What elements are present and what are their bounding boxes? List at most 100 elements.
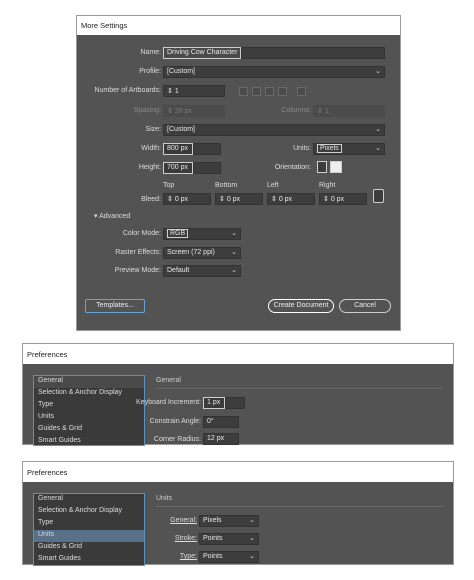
bleed-bottom-value: 0 px: [226, 196, 241, 203]
artboards-field[interactable]: ⇕ 1: [163, 85, 225, 97]
chevron-down-icon: ⌄: [231, 230, 237, 237]
stroke-units-label-text: Stroke:: [174, 535, 197, 542]
stepper-icon: ⇕: [219, 196, 227, 203]
stroke-units-label: Stroke:: [153, 535, 197, 542]
units-label: Units:: [293, 145, 311, 152]
sidebar-item-smart-guides[interactable]: Smart Guides: [34, 436, 144, 448]
height-label: Height:: [138, 164, 161, 171]
stepper-icon: ⇕: [167, 88, 175, 95]
bleed-right-field[interactable]: ⇕ 0 px: [319, 193, 367, 205]
raster-effects-label: Raster Effects:: [115, 249, 161, 256]
sidebar-item-smart-guides[interactable]: Smart Guides: [34, 554, 144, 566]
name-field-extension: [241, 47, 385, 59]
constrain-angle-label: Constrain Angle:: [149, 418, 201, 425]
landscape-icon[interactable]: [330, 161, 342, 173]
portrait-icon[interactable]: [317, 161, 327, 173]
width-label: Width:: [141, 145, 161, 152]
stepper-icon: ⇕: [167, 196, 175, 203]
sidebar-item-type[interactable]: Type: [34, 518, 144, 530]
bleed-label: Bleed:: [141, 196, 161, 203]
bleed-left-field[interactable]: ⇕ 0 px: [267, 193, 315, 205]
grid-by-row-icon[interactable]: [239, 87, 248, 96]
units-value: Pixels: [317, 144, 342, 153]
raster-effects-dropdown[interactable]: Screen (72 ppi) ⌄: [163, 247, 241, 259]
chevron-down-icon: ⌄: [249, 553, 255, 560]
dialog-title: More Settings: [77, 16, 400, 35]
bleed-right-label: Right: [319, 182, 336, 189]
general-units-label: General:: [153, 517, 197, 524]
width-field[interactable]: 800 px: [163, 143, 193, 155]
units-dropdown[interactable]: Pixels ⌄: [313, 143, 385, 155]
type-units-label: Type:: [153, 553, 197, 560]
sidebar-item-selection-anchor[interactable]: Selection & Anchor Display: [34, 506, 144, 518]
profile-value: [Custom]: [167, 68, 196, 75]
sidebar-item-general[interactable]: General: [34, 376, 144, 388]
profile-dropdown[interactable]: [Custom] ⌄: [163, 66, 385, 78]
raster-effects-value: Screen (72 ppi): [167, 249, 215, 256]
type-units-value: Points: [203, 553, 223, 560]
bleed-top-field[interactable]: ⇕ 0 px: [163, 193, 211, 205]
type-units-label-text: Type:: [179, 553, 197, 560]
link-icon[interactable]: [373, 189, 384, 203]
chevron-down-icon: ⌄: [375, 68, 381, 75]
dialog-title: Preferences: [23, 344, 453, 364]
stroke-units-value: Points: [203, 535, 223, 542]
chevron-down-icon: ⌄: [249, 517, 255, 524]
arrange-by-row-icon[interactable]: [265, 87, 274, 96]
section-divider: [156, 388, 443, 389]
right-to-left-icon[interactable]: [297, 87, 306, 96]
stepper-icon: ⇕: [167, 108, 175, 115]
height-field-extension: [193, 162, 221, 174]
general-units-dropdown[interactable]: Pixels ⌄: [199, 515, 259, 527]
size-dropdown[interactable]: [Custom] ⌄: [163, 124, 385, 136]
general-units-value: Pixels: [203, 517, 222, 524]
grid-by-column-icon[interactable]: [252, 87, 261, 96]
create-document-button[interactable]: Create Document: [268, 299, 334, 313]
stroke-units-dropdown[interactable]: Points ⌄: [199, 533, 259, 545]
chevron-down-icon: ⌄: [375, 145, 381, 152]
chevron-down-icon: ⌄: [231, 267, 237, 274]
bleed-bottom-field[interactable]: ⇕ 0 px: [215, 193, 263, 205]
spacing-label: Spacing:: [133, 107, 161, 114]
templates-button[interactable]: Templates...: [85, 299, 145, 313]
sidebar-item-units[interactable]: Units: [34, 412, 144, 424]
constrain-angle-field[interactable]: 0°: [203, 416, 239, 428]
spacing-field: ⇕ 20 px: [163, 105, 225, 117]
corner-radius-field[interactable]: 12 px: [203, 433, 239, 445]
sidebar-item-guides-grid[interactable]: Guides & Grid: [34, 424, 144, 436]
bleed-bottom-label: Bottom: [215, 182, 238, 189]
bleed-left-value: 0 px: [278, 196, 293, 203]
preferences-dialog-general: Preferences General Selection & Anchor D…: [22, 343, 454, 448]
color-mode-dropdown[interactable]: RGB ⌄: [163, 228, 241, 240]
general-units-label-text: General:: [170, 517, 197, 524]
advanced-toggle[interactable]: ▾ Advanced: [94, 212, 130, 220]
sidebar-item-units[interactable]: Units: [34, 530, 144, 542]
chevron-down-icon: ⌄: [249, 535, 255, 542]
sidebar-item-general[interactable]: General: [34, 494, 144, 506]
section-title: Units: [156, 495, 172, 502]
columns-value: 1: [324, 108, 329, 115]
width-field-extension: [193, 143, 221, 155]
section-divider: [156, 506, 443, 507]
sidebar-item-type[interactable]: Type: [34, 400, 144, 412]
name-field[interactable]: Driving Cow Character: [163, 47, 241, 59]
keyboard-increment-field[interactable]: 1 px: [203, 397, 225, 409]
sidebar-item-guides-grid[interactable]: Guides & Grid: [34, 542, 144, 554]
stepper-icon: ⇕: [323, 196, 331, 203]
name-label: Name:: [140, 49, 161, 56]
bleed-top-value: 0 px: [174, 196, 189, 203]
preferences-sidebar: General Selection & Anchor Display Type …: [33, 493, 145, 566]
sidebar-item-selection-anchor[interactable]: Selection & Anchor Display: [34, 388, 144, 400]
columns-label: Columns:: [281, 107, 311, 114]
type-units-dropdown[interactable]: Points ⌄: [199, 551, 259, 563]
preview-mode-value: Default: [167, 267, 190, 274]
bleed-right-value: 0 px: [330, 196, 345, 203]
chevron-down-icon: ⌄: [231, 249, 237, 256]
cancel-button[interactable]: Cancel: [339, 299, 391, 313]
bleed-top-label: Top: [163, 182, 175, 189]
advanced-label: Advanced: [99, 213, 131, 220]
height-field[interactable]: 700 px: [163, 162, 193, 174]
preview-mode-dropdown[interactable]: Default ⌄: [163, 265, 241, 277]
arrange-by-column-icon[interactable]: [278, 87, 287, 96]
size-value: [Custom]: [167, 126, 196, 133]
